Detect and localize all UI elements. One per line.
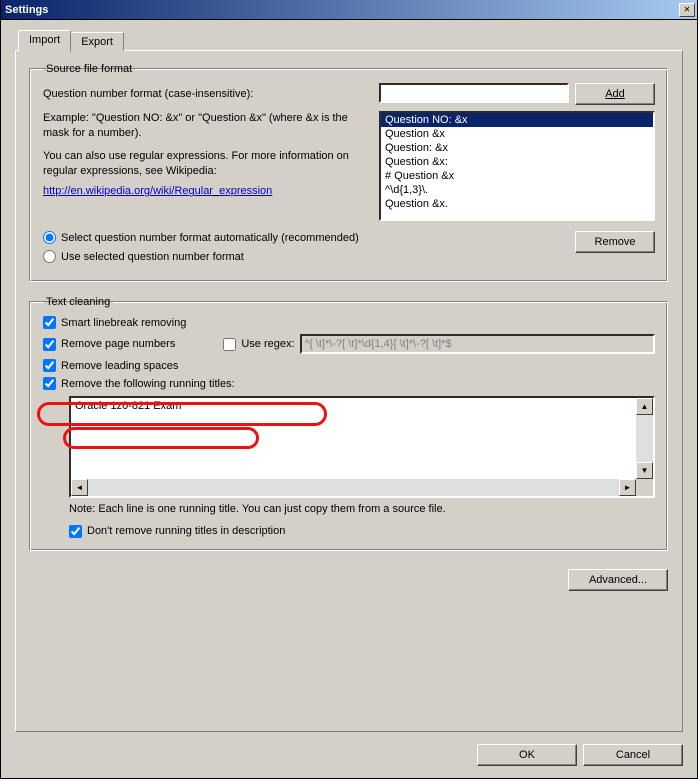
list-item[interactable]: # Question &x xyxy=(381,169,653,183)
check-remove-page-numbers[interactable] xyxy=(43,338,56,351)
use-regex-label: Use regex: xyxy=(241,338,294,350)
regex-info-text: You can also use regular expressions. Fo… xyxy=(43,149,371,179)
check-dont-remove-in-desc[interactable] xyxy=(69,525,82,538)
cancel-button[interactable]: Cancel xyxy=(583,744,683,766)
close-icon[interactable]: ✕ xyxy=(679,3,695,17)
scroll-right-icon[interactable]: ► xyxy=(619,479,636,496)
scrollbar-vertical[interactable]: ▲ ▼ xyxy=(636,398,653,479)
add-button[interactable]: Add xyxy=(575,83,655,105)
running-titles-textarea[interactable]: Oracle 1z0-821 Exam ▲ ▼ ◄ ► xyxy=(69,396,655,498)
dont-remove-desc-label: Don't remove running titles in descripti… xyxy=(87,525,285,537)
radio-auto-label: Select question number format automatica… xyxy=(61,232,359,244)
scroll-down-icon[interactable]: ▼ xyxy=(636,462,653,479)
running-titles-note: Note: Each line is one running title. Yo… xyxy=(69,502,655,517)
remove-titles-label: Remove the following running titles: xyxy=(61,378,235,390)
tab-export[interactable]: Export xyxy=(70,32,124,51)
list-item[interactable]: Question &x xyxy=(381,127,653,141)
tab-import[interactable]: Import xyxy=(18,30,71,52)
scrollbar-horizontal[interactable]: ◄ ► xyxy=(71,479,636,496)
list-item[interactable]: ^\d{1,3}\. xyxy=(381,183,653,197)
list-item[interactable]: Question: &x xyxy=(381,141,653,155)
qnum-format-label: Question number format (case-insensitive… xyxy=(43,87,379,102)
check-smart-linebreak[interactable] xyxy=(43,316,56,329)
wikipedia-link[interactable]: http://en.wikipedia.org/wiki/Regular_exp… xyxy=(43,185,272,197)
titlebar[interactable]: Settings ✕ xyxy=(1,0,697,20)
radio-sel-label: Use selected question number format xyxy=(61,251,244,263)
remove-leading-label: Remove leading spaces xyxy=(61,360,178,372)
window-title: Settings xyxy=(5,4,48,16)
scroll-left-icon[interactable]: ◄ xyxy=(71,479,88,496)
ok-button[interactable]: OK xyxy=(477,744,577,766)
qnum-format-input[interactable] xyxy=(379,83,569,103)
scroll-corner xyxy=(636,479,653,496)
smart-lb-label: Smart linebreak removing xyxy=(61,317,186,329)
check-remove-leading-spaces[interactable] xyxy=(43,359,56,372)
import-panel: Source file format Question number forma… xyxy=(15,50,683,732)
radio-auto-format[interactable] xyxy=(43,231,56,244)
list-item[interactable]: Question &x. xyxy=(381,197,653,211)
formats-listbox[interactable]: Question NO: &x Question &x Question: &x… xyxy=(379,111,655,221)
list-item[interactable]: Question &x: xyxy=(381,155,653,169)
example-text: Example: "Question NO: &x" or "Question … xyxy=(43,111,371,141)
source-file-format-group: Source file format Question number forma… xyxy=(30,63,668,282)
list-item[interactable]: Question NO: &x xyxy=(381,113,653,127)
remove-pages-label: Remove page numbers xyxy=(61,338,175,350)
clean-legend: Text cleaning xyxy=(43,296,113,308)
remove-button[interactable]: Remove xyxy=(575,231,655,253)
scroll-up-icon[interactable]: ▲ xyxy=(636,398,653,415)
check-remove-running-titles[interactable] xyxy=(43,377,56,390)
settings-dialog: Settings ✕ Import Export Source file for… xyxy=(0,0,698,779)
check-use-regex[interactable] xyxy=(223,338,236,351)
advanced-button[interactable]: Advanced... xyxy=(568,569,668,591)
radio-selected-format[interactable] xyxy=(43,250,56,263)
source-legend: Source file format xyxy=(43,63,135,75)
regex-input[interactable] xyxy=(300,334,655,354)
text-cleaning-group: Text cleaning Smart linebreak removing R… xyxy=(30,296,668,551)
